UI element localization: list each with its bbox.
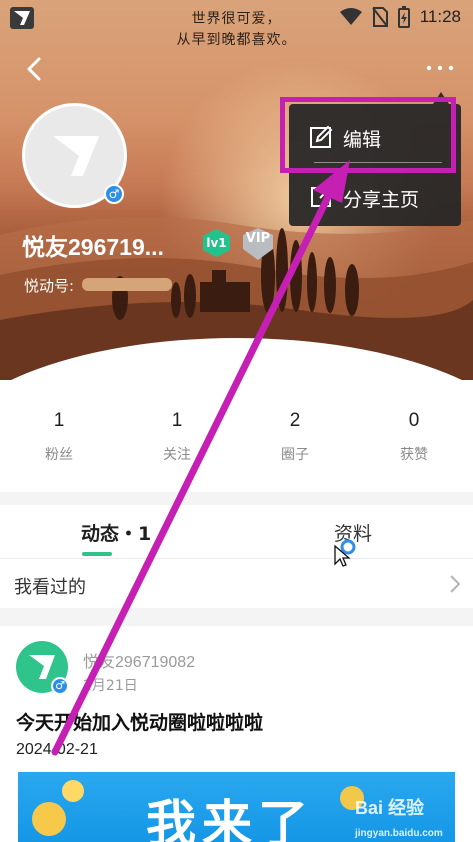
post-image-text: 我来了 xyxy=(146,795,314,842)
post-gender-badge: ♂ xyxy=(51,677,69,695)
post-date: 2月21日 xyxy=(83,678,138,694)
stat-following[interactable]: 1 关注 xyxy=(118,410,236,464)
stat-label: 获赞 xyxy=(400,447,428,463)
watermark-brand: Bai 经验 xyxy=(355,798,425,818)
level-badge-label: lv1 xyxy=(206,236,227,250)
gender-badge: ♂ xyxy=(104,184,124,204)
section-divider xyxy=(0,608,473,626)
stat-value: 0 xyxy=(408,410,420,431)
vip-badge-label: VIP xyxy=(245,231,271,246)
stat-label: 关注 xyxy=(163,447,191,463)
viewed-history-row[interactable]: 我看过的 xyxy=(0,560,473,608)
section-divider xyxy=(0,492,473,505)
stat-value: 1 xyxy=(53,410,65,431)
status-icons: 11:28 xyxy=(339,6,461,28)
menu-item-share-label: 分享主页 xyxy=(343,189,420,211)
menu-item-share[interactable]: 分享主页 xyxy=(289,168,461,226)
chevron-left-icon xyxy=(27,57,41,81)
stat-value: 2 xyxy=(289,410,301,431)
yuedong-id-redacted xyxy=(82,278,172,291)
coin-decoration xyxy=(32,802,66,836)
stat-label: 粉丝 xyxy=(45,447,73,463)
wifi-icon xyxy=(339,8,362,25)
post-body-text: 2024-02-21 xyxy=(16,741,98,758)
stat-label: 圈子 xyxy=(281,447,309,463)
app-logo-icon xyxy=(53,136,99,176)
vip-badge: VIP xyxy=(240,227,276,261)
level-badge: lv1 xyxy=(201,228,232,258)
no-sim-icon xyxy=(371,7,388,27)
yuedong-id-label: 悦动号: xyxy=(24,277,75,295)
status-tagline-line2: 从早到晚都喜欢。 xyxy=(176,32,297,48)
status-bar: 世界很可爱， 从早到晚都喜欢。 11:28 xyxy=(0,0,473,48)
chevron-right-icon xyxy=(450,575,461,593)
tab-feed[interactable]: 动态・1 xyxy=(81,519,151,546)
back-button[interactable] xyxy=(20,52,50,86)
stat-value: 1 xyxy=(171,410,183,431)
profile-tabs: 动态・1 资料 xyxy=(0,505,473,559)
stats-row: 1 粉丝 1 关注 2 圈子 0 获赞 xyxy=(0,410,473,480)
app-logo-icon xyxy=(29,655,55,679)
username: 悦友296719... xyxy=(22,234,164,260)
active-tab-indicator xyxy=(82,552,112,556)
stat-fans[interactable]: 1 粉丝 xyxy=(0,410,118,464)
more-dots-icon xyxy=(426,65,454,71)
coin-decoration xyxy=(62,780,84,802)
baidu-jingyan-watermark: Bai 经验 jingyan.baidu.com xyxy=(355,794,443,841)
viewed-history-label: 我看过的 xyxy=(14,577,86,598)
status-time: 11:28 xyxy=(419,7,461,26)
share-icon xyxy=(311,187,331,207)
stat-likes[interactable]: 0 获赞 xyxy=(355,410,473,464)
stat-circles[interactable]: 2 圈子 xyxy=(236,410,354,464)
more-button[interactable] xyxy=(424,58,456,78)
watermark-url: jingyan.baidu.com xyxy=(355,828,443,839)
battery-charging-icon xyxy=(397,6,410,28)
post-title[interactable]: 今天开始加入悦动圈啦啦啦啦 xyxy=(16,708,263,735)
post-author-name[interactable]: 悦友296719082 xyxy=(83,648,195,672)
annotation-highlight-box xyxy=(280,97,456,173)
